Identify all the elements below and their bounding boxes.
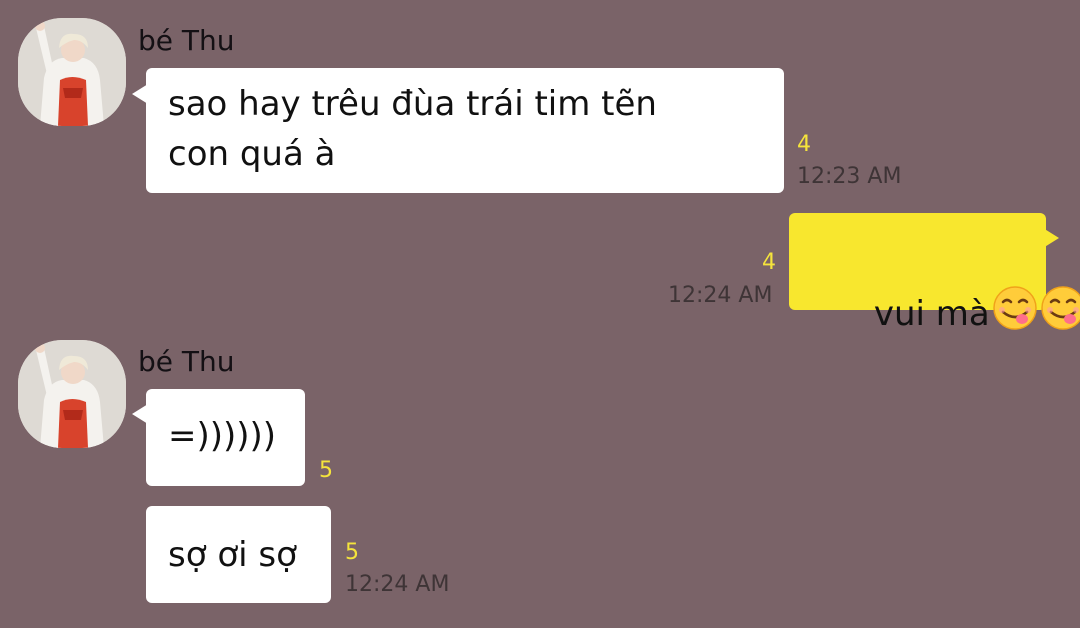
unread-count: 4	[797, 132, 811, 157]
message-timestamp: 12:24 AM	[345, 572, 450, 597]
message-timestamp: 12:23 AM	[797, 164, 902, 189]
yum-face-icon	[1040, 285, 1080, 331]
message-text-line: con quá à	[168, 134, 336, 174]
message-text: vui mà	[809, 235, 1080, 389]
message-bubble[interactable]: =))))))	[146, 389, 305, 486]
message-bubble[interactable]: vui mà	[789, 213, 1080, 334]
avatar[interactable]	[18, 18, 126, 126]
unread-count: 4	[762, 250, 776, 275]
message-text-line: sao hay trêu đùa trái tim tẽn	[168, 84, 657, 124]
avatar-photo	[18, 340, 126, 448]
message-timestamp: 12:24 AM	[668, 283, 773, 308]
message-text: sợ ơi sợ	[168, 535, 297, 575]
sender-name: bé Thu	[138, 345, 235, 378]
avatar-photo	[18, 18, 126, 126]
avatar[interactable]	[18, 340, 126, 448]
message-bubble[interactable]: sao hay trêu đùa trái tim tẽn con quá à	[146, 68, 784, 193]
message-text: =))))))	[168, 416, 277, 456]
unread-count: 5	[319, 458, 333, 483]
message-bubble[interactable]: sợ ơi sợ	[146, 506, 331, 603]
sender-name: bé Thu	[138, 24, 235, 57]
message-text-value: vui mà	[873, 294, 990, 334]
unread-count: 5	[345, 540, 359, 565]
chat-view: bé Thu sao hay trêu đùa trái tim tẽn con…	[0, 0, 1080, 628]
yum-face-icon	[992, 285, 1038, 331]
